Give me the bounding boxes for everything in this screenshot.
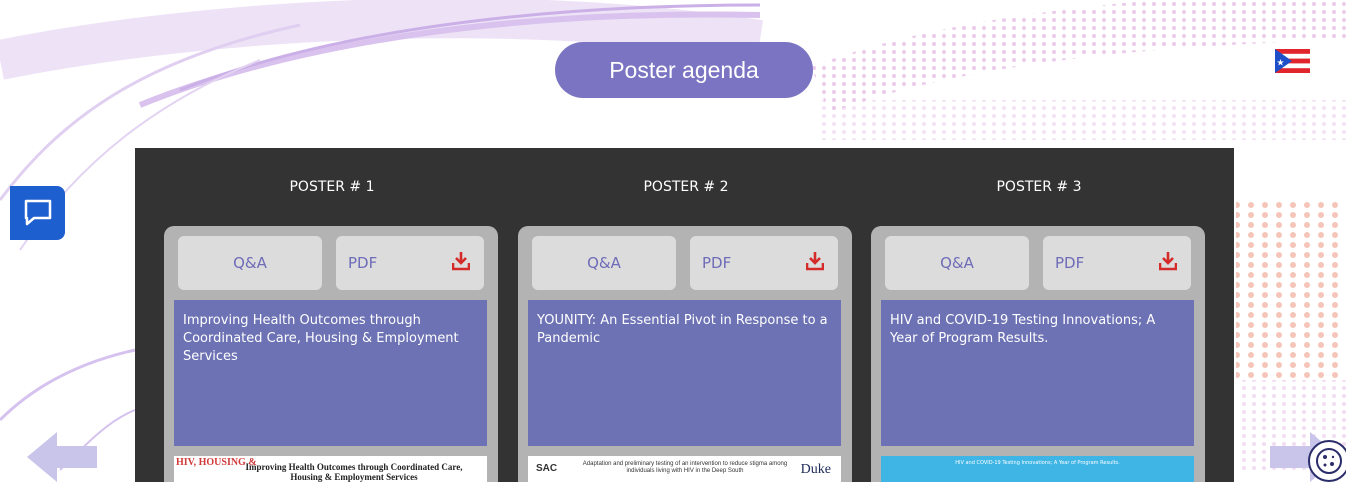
pdf-label: PDF	[348, 254, 378, 272]
arrow-left-icon	[27, 432, 97, 482]
download-icon	[1159, 252, 1177, 271]
poster-title[interactable]: Improving Health Outcomes through Coordi…	[174, 300, 487, 446]
poster-thumbnail[interactable]: HIV, HOUSING & Improving Health Outcomes…	[174, 456, 487, 482]
poster-thumbnail[interactable]: HIV and COVID-19 Testing Innovations; A …	[881, 456, 1194, 482]
poster-card-1: Q&A PDF Improving Health Outcomes throug…	[164, 226, 498, 482]
poster-title[interactable]: HIV and COVID-19 Testing Innovations; A …	[881, 300, 1194, 446]
cookie-settings-button[interactable]	[1308, 440, 1346, 482]
pdf-label: PDF	[702, 254, 732, 272]
thumbnail-logo: SAC	[536, 463, 558, 474]
poster-agenda-button[interactable]: Poster agenda	[555, 42, 813, 98]
poster-card-2: Q&A PDF YOUNITY: An Essential Pivot in R…	[518, 226, 852, 482]
qa-button[interactable]: Q&A	[885, 236, 1029, 290]
thumbnail-title: HIV and COVID-19 Testing Innovations; A …	[955, 460, 1120, 466]
poster-heading-3: POSTER # 3	[996, 179, 1082, 195]
qa-button[interactable]: Q&A	[532, 236, 676, 290]
download-icon	[452, 252, 470, 271]
download-icon	[806, 252, 824, 271]
poster-heading-1: POSTER # 1	[289, 179, 375, 195]
thumbnail-title: Adaptation and preliminary testing of an…	[582, 461, 788, 474]
pdf-label: PDF	[1055, 254, 1085, 272]
pdf-download-button[interactable]: PDF	[336, 236, 484, 290]
thumbnail-right-logo: Duke	[800, 462, 831, 477]
qa-button[interactable]: Q&A	[178, 236, 322, 290]
thumbnail-title: Improving Health Outcomes through Coordi…	[245, 462, 463, 482]
previous-arrow[interactable]	[27, 432, 97, 482]
poster-title[interactable]: YOUNITY: An Essential Pivot in Response …	[528, 300, 841, 446]
poster-card-3: Q&A PDF HIV and COVID-19 Testing Innovat…	[871, 226, 1205, 482]
poster-thumbnail[interactable]: SAC Adaptation and preliminary testing o…	[528, 456, 841, 482]
pdf-download-button[interactable]: PDF	[690, 236, 838, 290]
pdf-download-button[interactable]: PDF	[1043, 236, 1191, 290]
puerto-rico-flag-icon[interactable]	[1275, 49, 1310, 73]
poster-heading-2: POSTER # 2	[643, 179, 729, 195]
chat-bubble-icon	[24, 199, 51, 226]
chat-button[interactable]	[10, 186, 65, 240]
cookie-icon	[1316, 448, 1342, 474]
